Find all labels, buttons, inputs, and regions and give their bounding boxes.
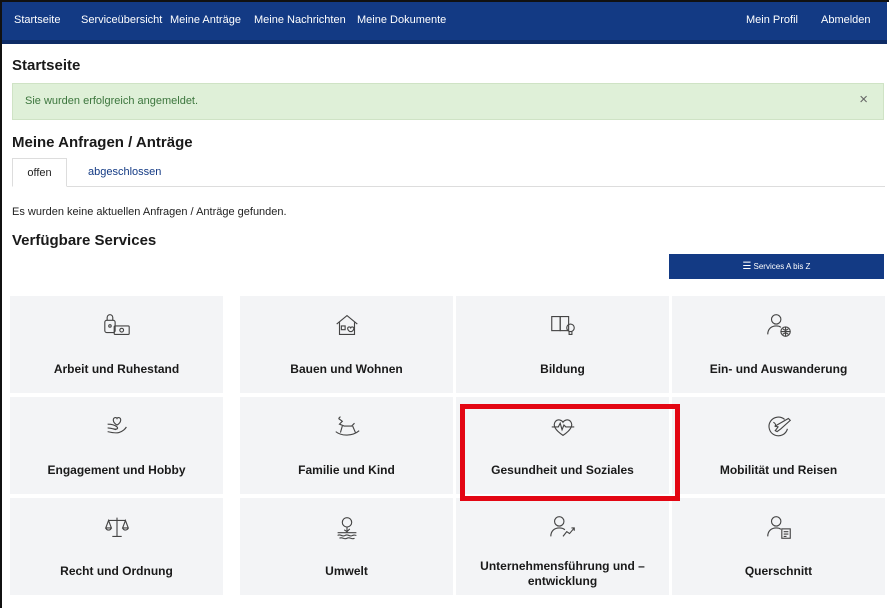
tile-label: Ein- und Auswanderung [709,362,848,376]
tile-label: Familie und Kind [298,463,395,477]
service-tile-querschnitt[interactable]: Querschnitt [672,498,885,595]
page-title: Startseite [12,57,81,74]
success-alert: Sie wurden erfolgreich angemeldet. × [12,83,884,120]
service-tile-bildung[interactable]: Bildung [456,296,669,393]
tile-label: Querschnitt [744,564,813,578]
book-lightbulb-icon [456,310,669,340]
alert-message: Sie wurden erfolgreich angemeldet. [25,95,199,107]
hand-heart-icon [10,411,223,441]
house-heart-icon [240,310,453,340]
rocking-horse-icon [240,411,453,441]
heart-pulse-icon [456,411,669,441]
list-icon: ☰ [742,261,752,272]
lock-money-icon [10,310,223,340]
tile-label: Bauen und Wohnen [290,362,403,376]
service-tile-recht[interactable]: Recht und Ordnung [10,498,223,595]
tile-label: Engagement und Hobby [47,463,186,477]
services-heading: Verfügbare Services [12,232,157,249]
tile-label: Mobilität und Reisen [719,463,838,477]
requests-heading: Meine Anfragen / Anträge [12,134,193,151]
nav-meine-nachrichten[interactable]: Meine Nachrichten [254,14,346,26]
scales-icon [10,512,223,542]
tile-label: Unternehmensführung und –entwicklung [480,559,645,588]
nav-meine-dokumente[interactable]: Meine Dokumente [357,14,446,26]
nav-startseite[interactable]: Startseite [14,14,60,26]
tile-label: Umwelt [325,564,368,578]
tile-label: Recht und Ordnung [60,564,173,578]
service-tile-arbeit[interactable]: Arbeit und Ruhestand [10,296,223,393]
globe-plane-icon [672,411,885,441]
service-tile-umwelt[interactable]: Umwelt [240,498,453,595]
tile-label: Gesundheit und Soziales [491,463,634,477]
tree-water-icon [240,512,453,542]
services-a-z-label: Services A bis Z [753,262,811,271]
service-tile-familie[interactable]: Familie und Kind [240,397,453,494]
person-document-icon [672,512,885,542]
service-tile-engagement[interactable]: Engagement und Hobby [10,397,223,494]
nav-meine-antraege[interactable]: Meine Anträge [170,14,241,26]
tab-offen[interactable]: offen [12,158,67,187]
person-growth-icon [456,512,669,542]
service-tile-unternehmen[interactable]: Unternehmensführung und –entwicklung [456,498,669,595]
tile-label: Bildung [540,362,585,376]
empty-requests-message: Es wurden keine aktuellen Anfragen / Ant… [12,206,287,218]
tile-label: Arbeit und Ruhestand [53,362,180,376]
services-a-z-button[interactable]: ☰ Services A bis Z [669,254,884,279]
nav-mein-profil[interactable]: Mein Profil [746,14,798,26]
person-globe-icon [672,310,885,340]
service-tile-gesundheit[interactable]: Gesundheit und Soziales [456,397,669,494]
close-icon[interactable]: × [859,92,868,107]
top-navigation: Startseite Serviceübersicht Meine Anträg… [2,2,887,44]
requests-tabs: offen abgeschlossen [12,158,885,187]
service-tile-einwanderung[interactable]: Ein- und Auswanderung [672,296,885,393]
service-tile-bauen[interactable]: Bauen und Wohnen [240,296,453,393]
nav-serviceuebersicht[interactable]: Serviceübersicht [81,14,162,26]
service-tile-mobilitaet[interactable]: Mobilität und Reisen [672,397,885,494]
tab-abgeschlossen[interactable]: abgeschlossen [78,158,171,187]
nav-abmelden[interactable]: Abmelden [821,14,871,26]
